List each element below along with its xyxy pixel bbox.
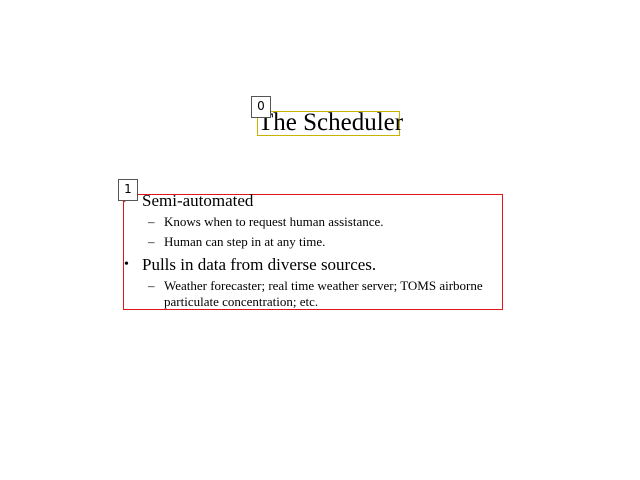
subitem-1b: Human can step in at any time. xyxy=(164,234,326,249)
dash-symbol: – xyxy=(148,214,155,229)
bullet-item-2: Pulls in data from diverse sources. xyxy=(142,255,377,274)
bullet-item-1: Semi-automated xyxy=(142,191,254,210)
slide-page: The Scheduler 0 • Semi-automated – Knows… xyxy=(0,0,640,480)
dash-symbol: – xyxy=(148,234,155,249)
subitem-1a: Knows when to request human assistance. xyxy=(164,214,384,229)
region-marker-0: 0 xyxy=(251,96,271,118)
bullet-symbol: • xyxy=(124,257,129,272)
subitem-2a-line2: particulate concentration; etc. xyxy=(164,294,319,309)
dash-symbol: – xyxy=(148,278,155,293)
subitem-2a-line1: Weather forecaster; real time weather se… xyxy=(164,278,483,293)
slide-title: The Scheduler xyxy=(258,109,404,136)
region-marker-1: 1 xyxy=(118,179,138,201)
